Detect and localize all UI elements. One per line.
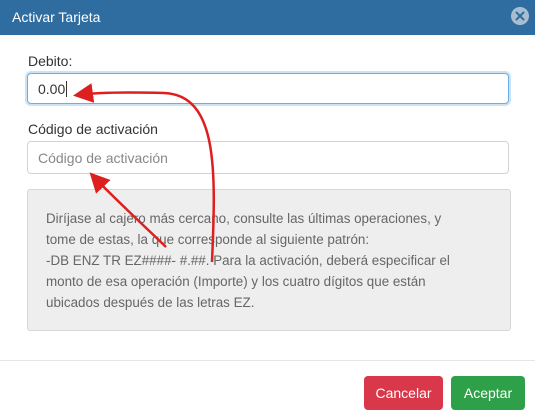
debito-input[interactable]: 0.00: [27, 73, 509, 104]
debito-value: 0.00: [38, 80, 66, 97]
accept-button[interactable]: Aceptar: [451, 376, 525, 410]
dialog-header: Activar Tarjeta: [0, 0, 535, 35]
close-button[interactable]: [511, 7, 529, 25]
instructions-line: -DB ENZ TR EZ####- #.##. Para la activac…: [46, 253, 450, 268]
dialog-title: Activar Tarjeta: [12, 9, 101, 25]
text-caret: [66, 80, 68, 97]
instructions-box: Diríjase al cajero más cercano, consulte…: [27, 189, 511, 331]
instructions-line: monto de esa operación (Importe) y los c…: [46, 274, 426, 289]
instructions-line: tome de estas, la que corresponde al sig…: [46, 232, 370, 247]
debito-label: Debito:: [28, 53, 73, 69]
footer-divider: [0, 360, 535, 361]
instructions-line: ubicados después de las letras EZ.: [46, 295, 255, 310]
codigo-label: Código de activación: [28, 121, 158, 137]
codigo-activacion-input[interactable]: Código de activación: [27, 141, 509, 174]
instructions-line: Diríjase al cajero más cercano, consulte…: [46, 211, 442, 226]
cancel-button[interactable]: Cancelar: [364, 376, 443, 410]
activate-card-dialog: Activar Tarjeta Debito: 0.00 Código de a…: [0, 0, 535, 419]
close-icon: [515, 11, 525, 21]
codigo-placeholder: Código de activación: [38, 149, 168, 166]
